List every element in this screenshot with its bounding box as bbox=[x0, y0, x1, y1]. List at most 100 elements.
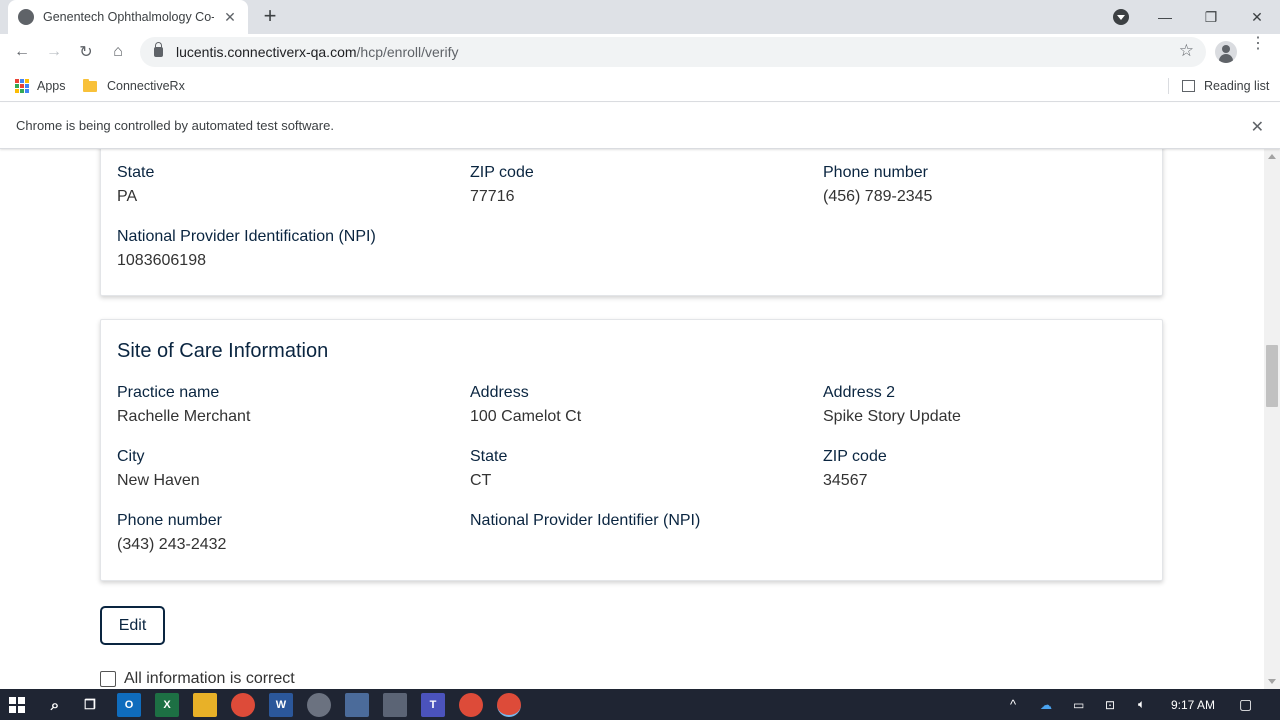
url-path: /hcp/enroll/verify bbox=[356, 44, 459, 60]
confirm-checkbox[interactable] bbox=[100, 671, 116, 687]
field-state: State PA bbox=[117, 162, 447, 208]
reading-list-button[interactable]: Reading list bbox=[1182, 70, 1269, 102]
back-icon[interactable]: ← bbox=[10, 40, 34, 64]
notifications-icon[interactable]: ▢ bbox=[1239, 689, 1252, 720]
outlook-icon[interactable]: O bbox=[117, 693, 141, 717]
page-scrollbar[interactable] bbox=[1264, 149, 1280, 689]
field-value: New Haven bbox=[117, 472, 200, 489]
network-icon[interactable]: ⊡ bbox=[1105, 689, 1115, 720]
reload-icon[interactable]: ↻ bbox=[74, 40, 98, 64]
onedrive-icon[interactable]: ☁ bbox=[1040, 689, 1052, 720]
field-label: Practice name bbox=[117, 384, 220, 401]
field-label: State bbox=[117, 164, 155, 181]
field-value: PA bbox=[117, 188, 138, 205]
field-value: 1083606198 bbox=[117, 252, 206, 269]
bookmark-label: Apps bbox=[37, 79, 66, 93]
field-label: Phone number bbox=[117, 512, 222, 529]
new-tab-button[interactable]: + bbox=[258, 5, 282, 28]
close-tab-icon[interactable]: ✕ bbox=[222, 9, 238, 26]
lock-icon[interactable] bbox=[154, 42, 163, 57]
site-of-care-card: Site of Care Information Practice name R… bbox=[100, 319, 1163, 581]
teams-icon[interactable]: T bbox=[421, 693, 445, 717]
chrome-menu-icon[interactable]: ⋮ bbox=[1250, 36, 1266, 52]
search-icon[interactable]: ⌕ bbox=[43, 693, 67, 717]
bookmarks-bar: Apps ConnectiveRx Reading list bbox=[0, 70, 1280, 102]
home-icon[interactable]: ⌂ bbox=[106, 40, 130, 64]
field-value: Spike Story Update bbox=[823, 408, 961, 425]
field-label: Address bbox=[470, 384, 529, 401]
field-label: State bbox=[470, 448, 508, 465]
tab-strip: Genentech Ophthalmology Co-p ✕ + — ❐ ✕ bbox=[0, 0, 1280, 34]
tab-search-icon[interactable] bbox=[1113, 9, 1129, 25]
automation-infobar: Chrome is being controlled by automated … bbox=[0, 103, 1280, 149]
infobar-message: Chrome is being controlled by automated … bbox=[16, 118, 334, 133]
app-icon[interactable] bbox=[383, 693, 407, 717]
browser-toolbar: ← → ↻ ⌂ lucentis.connectiverx-qa.com/hcp… bbox=[0, 34, 1280, 70]
chrome-icon[interactable] bbox=[231, 693, 255, 717]
field-npi: National Provider Identification (NPI) 1… bbox=[117, 226, 447, 272]
folder-icon bbox=[83, 78, 97, 92]
globe-icon bbox=[18, 9, 34, 25]
browser-tab[interactable]: Genentech Ophthalmology Co-p ✕ bbox=[8, 0, 248, 34]
scrollbar-thumb[interactable] bbox=[1266, 345, 1278, 407]
field-value: (456) 789-2345 bbox=[823, 188, 933, 205]
edit-button[interactable]: Edit bbox=[100, 606, 165, 645]
address-bar[interactable]: lucentis.connectiverx-qa.com/hcp/enroll/… bbox=[140, 37, 1206, 67]
field-address-2: Address 2 Spike Story Update bbox=[823, 382, 1153, 428]
word-icon[interactable]: W bbox=[269, 693, 293, 717]
field-practice-name: Practice name Rachelle Merchant bbox=[117, 382, 447, 428]
field-label: ZIP code bbox=[823, 448, 887, 465]
bookmarks-divider bbox=[1168, 78, 1169, 94]
field-value: 77716 bbox=[470, 188, 515, 205]
field-label: National Provider Identifier (NPI) bbox=[470, 512, 701, 529]
url-host: lucentis.connectiverx-qa.com bbox=[176, 44, 357, 60]
excel-icon[interactable]: X bbox=[155, 693, 179, 717]
field-npi: National Provider Identifier (NPI) bbox=[470, 510, 800, 534]
field-address: Address 100 Camelot Ct bbox=[470, 382, 800, 428]
close-infobar-icon[interactable]: ✕ bbox=[1251, 117, 1264, 137]
task-view-icon[interactable]: ❒ bbox=[78, 693, 102, 717]
field-label: Phone number bbox=[823, 164, 928, 181]
bookmark-apps[interactable]: Apps bbox=[15, 70, 66, 102]
app-icon[interactable] bbox=[307, 693, 331, 717]
field-label: ZIP code bbox=[470, 164, 534, 181]
field-value: 34567 bbox=[823, 472, 868, 489]
field-zip: ZIP code 34567 bbox=[823, 446, 1153, 492]
chrome-icon[interactable] bbox=[459, 693, 483, 717]
field-label: National Provider Identification (NPI) bbox=[117, 228, 376, 245]
field-phone: Phone number (456) 789-2345 bbox=[823, 162, 1153, 208]
restore-button[interactable]: ❐ bbox=[1188, 0, 1234, 34]
field-zip: ZIP code 77716 bbox=[470, 162, 800, 208]
app-icon[interactable] bbox=[345, 693, 369, 717]
confirm-row[interactable]: All information is correct bbox=[100, 670, 295, 688]
reading-list-label: Reading list bbox=[1204, 79, 1270, 93]
bookmark-star-icon[interactable]: ☆ bbox=[1179, 41, 1194, 61]
field-value: CT bbox=[470, 472, 492, 489]
field-value: (343) 243-2432 bbox=[117, 536, 227, 553]
section-title: Site of Care Information bbox=[117, 340, 329, 362]
clock-time[interactable]: 9:17 AM bbox=[1171, 689, 1215, 720]
field-value: Rachelle Merchant bbox=[117, 408, 251, 425]
provider-info-card: State PA ZIP code 77716 Phone number (45… bbox=[100, 149, 1163, 296]
file-explorer-icon[interactable] bbox=[193, 693, 217, 717]
close-window-button[interactable]: ✕ bbox=[1234, 0, 1280, 34]
bookmark-connectiverx[interactable]: ConnectiveRx bbox=[83, 70, 185, 102]
tab-title: Genentech Ophthalmology Co-p bbox=[43, 10, 214, 24]
volume-icon[interactable]: 🔈︎ bbox=[1138, 689, 1145, 720]
forward-icon[interactable]: → bbox=[42, 40, 66, 64]
field-value: 100 Camelot Ct bbox=[470, 408, 582, 425]
reading-list-icon bbox=[1182, 80, 1195, 92]
scroll-down-icon[interactable] bbox=[1268, 679, 1276, 684]
field-state: State CT bbox=[470, 446, 800, 492]
confirm-label[interactable]: All information is correct bbox=[124, 670, 295, 688]
minimize-button[interactable]: — bbox=[1142, 0, 1188, 34]
windows-start-icon[interactable] bbox=[9, 697, 25, 713]
field-label: City bbox=[117, 448, 145, 465]
apps-grid-icon bbox=[15, 79, 29, 93]
chrome-icon[interactable] bbox=[497, 693, 521, 717]
scroll-up-icon[interactable] bbox=[1268, 154, 1276, 159]
battery-icon[interactable]: ▭ bbox=[1073, 689, 1084, 720]
profile-avatar-icon[interactable] bbox=[1215, 41, 1237, 63]
windows-taskbar: ⌕ ❒ O X W T ^ ☁ ▭ ⊡ 🔈︎ 9:17 AM ▢ bbox=[0, 689, 1280, 720]
chevron-up-icon[interactable]: ^ bbox=[1010, 689, 1016, 720]
